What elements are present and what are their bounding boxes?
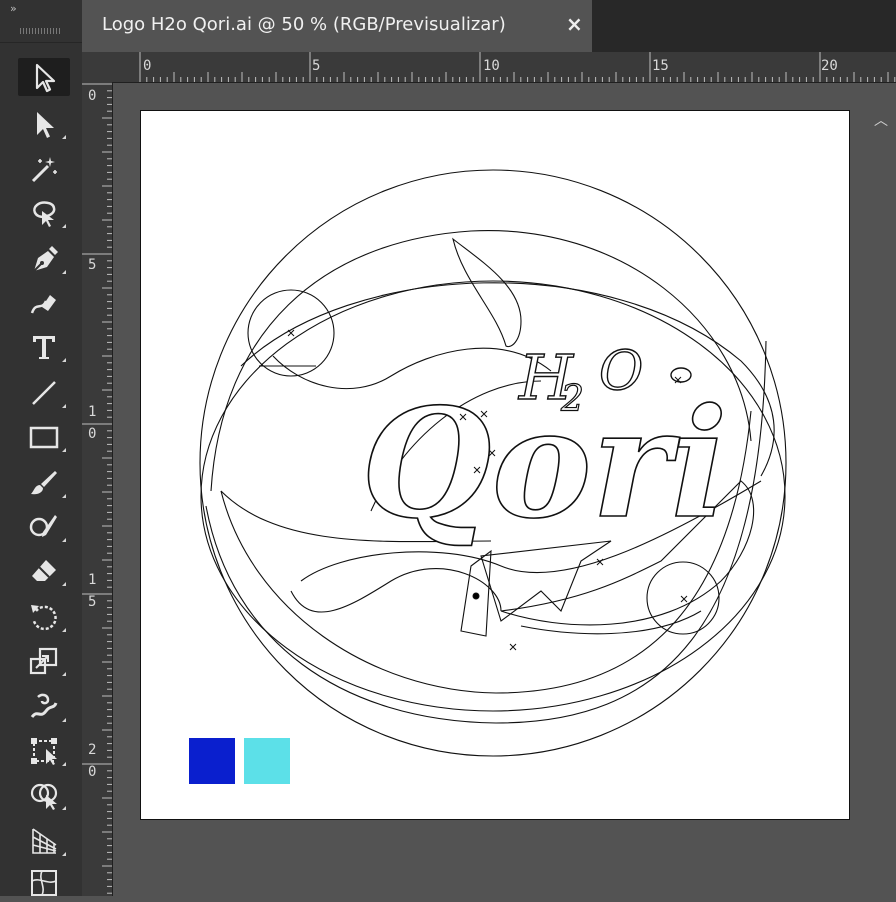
type-tool[interactable] (18, 328, 70, 366)
perspective-grid-tool[interactable] (18, 822, 70, 860)
tool-flyout-indicator (62, 404, 66, 408)
ruler-label: 0 (88, 426, 97, 442)
tool-flyout-indicator (62, 628, 66, 632)
tools-panel-header: » (0, 0, 82, 43)
document-tab-title: Logo H2o Qori.ai @ 50 % (RGB/Previsualiz… (102, 14, 506, 35)
scale-icon (29, 647, 58, 675)
logo-outline-artwork[interactable]: Qori H 2 O (141, 111, 851, 821)
tool-flyout-indicator (62, 224, 66, 228)
document-tab[interactable]: Logo H2o Qori.ai @ 50 % (RGB/Previsualiz… (82, 0, 592, 52)
subscript-digit-text: 2 (560, 379, 584, 420)
ruler-label: 2 (88, 742, 97, 758)
tool-flyout-indicator (62, 582, 66, 586)
ruler-label: 15 (652, 58, 669, 74)
ruler-label: 0 (143, 58, 152, 74)
ruler-label: 5 (88, 257, 97, 273)
ruler-label: 0 (88, 764, 97, 780)
collapse-panel-icon[interactable]: » (10, 2, 17, 15)
rectangle-icon (29, 426, 59, 449)
color-swatch-cyan[interactable] (244, 738, 290, 784)
ruler-label: 10 (483, 58, 500, 74)
selection-tool[interactable] (18, 58, 70, 96)
paintbrush-icon (31, 471, 57, 495)
rotate-icon (31, 605, 57, 631)
magic-wand-icon (31, 157, 57, 183)
shaper-icon (29, 515, 57, 537)
tool-flyout-indicator (62, 358, 66, 362)
pen-tool[interactable] (18, 240, 70, 278)
rectangle-tool[interactable] (18, 418, 70, 456)
chevron-up-icon[interactable]: ︿ (874, 110, 888, 130)
pen-icon (33, 246, 58, 272)
artboard[interactable]: Qori H 2 O (140, 110, 850, 820)
curvature-tool[interactable] (18, 284, 70, 322)
document-tab-bar: Logo H2o Qori.ai @ 50 % (RGB/Previsualiz… (82, 0, 896, 52)
ruler-label: 1 (88, 572, 97, 588)
leaf-drop (452, 237, 522, 348)
panel-grip[interactable] (20, 28, 60, 34)
scale-tool[interactable] (18, 642, 70, 680)
mesh-tool[interactable] (18, 864, 70, 902)
horizontal-ruler[interactable]: 0 5 10 15 20 ︿ (82, 52, 896, 129)
type-icon (33, 336, 55, 359)
magic-wand-tool[interactable] (18, 150, 70, 188)
free-transform-tool[interactable] (18, 732, 70, 770)
tool-flyout-indicator (62, 762, 66, 766)
close-tab-icon[interactable]: × (566, 12, 583, 36)
ruler-label: 5 (88, 594, 97, 610)
arrow-icon (35, 63, 56, 93)
tool-flyout-indicator (62, 806, 66, 810)
ruler-label: 1 (88, 404, 97, 420)
tool-flyout-indicator (62, 135, 66, 139)
filled-arrow-icon (37, 112, 54, 138)
color-swatch-blue[interactable] (189, 738, 235, 784)
lasso-icon (33, 201, 56, 227)
line-tool[interactable] (18, 374, 70, 412)
paintbrush-tool[interactable] (18, 464, 70, 502)
mesh-icon (31, 870, 57, 896)
vertical-ruler-ticks (82, 83, 112, 894)
tool-flyout-indicator (62, 852, 66, 856)
tool-flyout-indicator (62, 494, 66, 498)
ruler-label: 5 (312, 58, 321, 74)
o-letter-text: O (599, 339, 643, 402)
line-icon (32, 381, 56, 405)
curvature-icon (30, 295, 56, 314)
shape-builder-tool[interactable] (18, 776, 70, 814)
lasso-tool[interactable] (18, 194, 70, 232)
eraser-tool[interactable] (18, 552, 70, 590)
tool-flyout-indicator (62, 270, 66, 274)
tool-flyout-indicator (62, 672, 66, 676)
tool-flyout-indicator (62, 538, 66, 542)
perspective-grid-icon (32, 828, 57, 854)
rotate-tool[interactable] (18, 598, 70, 636)
tool-flyout-indicator (62, 448, 66, 452)
warp-tool[interactable] (18, 688, 70, 726)
tool-flyout-indicator (62, 718, 66, 722)
ruler-label: 0 (88, 88, 97, 104)
vertical-ruler[interactable]: 0 5 1 0 1 5 2 0 (82, 82, 113, 896)
free-transform-icon (31, 738, 57, 765)
warp-icon (30, 693, 58, 719)
direct-selection-tool[interactable] (18, 105, 70, 143)
ruler-label: 20 (821, 58, 838, 74)
eraser-icon (32, 560, 56, 581)
tools-panel: » (0, 0, 82, 896)
shaper-tool[interactable] (18, 508, 70, 546)
shape-builder-icon (30, 783, 58, 810)
